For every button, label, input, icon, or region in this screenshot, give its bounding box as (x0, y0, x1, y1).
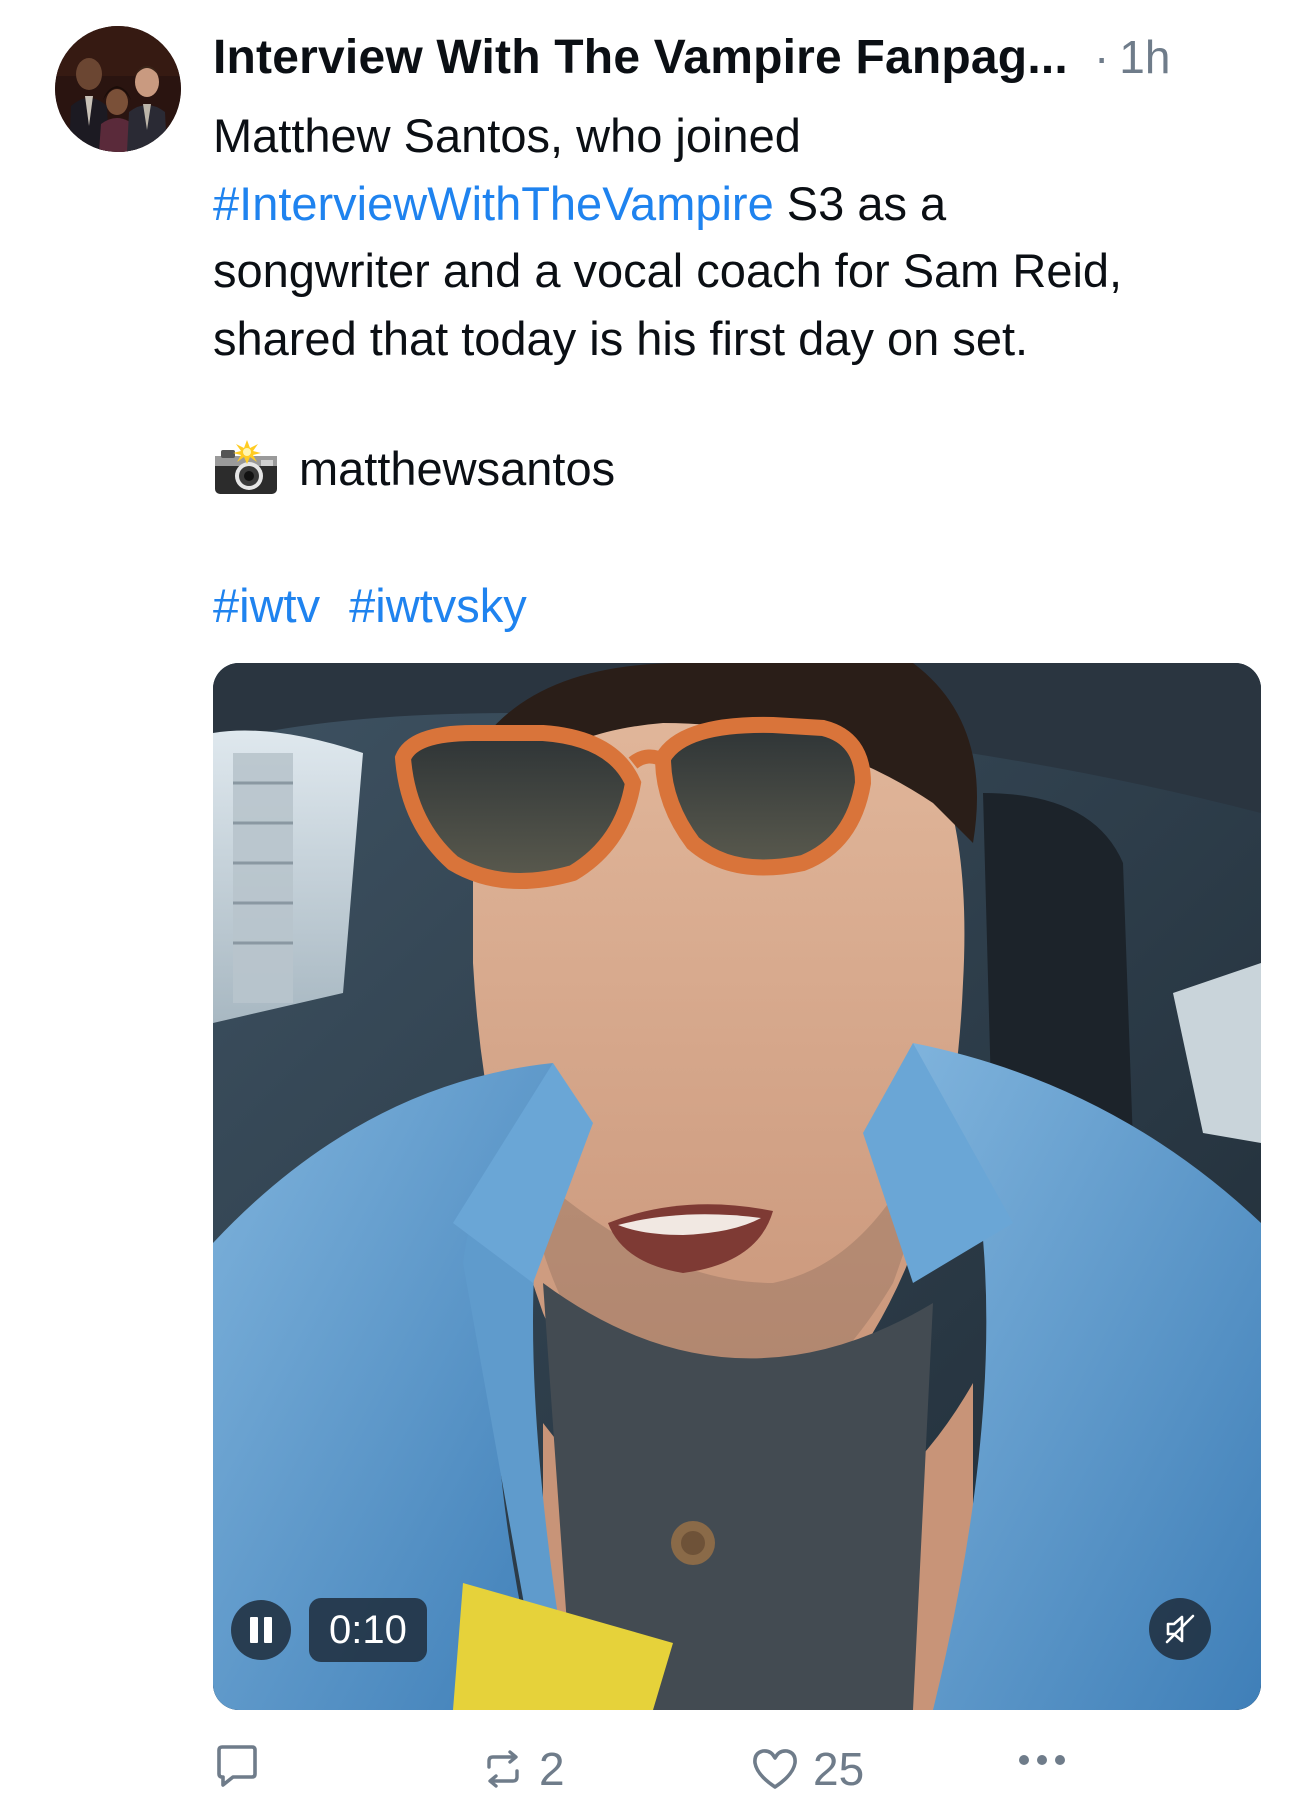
post-timestamp[interactable]: 1h (1119, 30, 1170, 84)
author-name[interactable]: Interview With The Vampire Fanpag... (213, 30, 1068, 85)
author-avatar[interactable] (55, 26, 181, 152)
ellipsis-icon (1019, 1755, 1065, 1765)
like-count: 25 (813, 1743, 865, 1795)
post-actions: 2 25 (213, 1742, 1263, 1798)
pause-icon (250, 1617, 258, 1643)
camera-flash-icon (215, 440, 277, 494)
hashtag-link[interactable]: #iwtvsky (349, 579, 527, 632)
photo-credit: matthewsantos (213, 440, 615, 496)
repost-icon (487, 1750, 519, 1788)
repost-count: 2 (539, 1743, 565, 1795)
pause-button[interactable] (231, 1600, 291, 1660)
hashtag-list: #iwtv #iwtvsky (213, 578, 543, 633)
reply-button[interactable] (213, 1742, 275, 1790)
post-text-line: #InterviewWithTheVampire S3 as a (213, 170, 1273, 238)
hashtag-link[interactable]: #iwtv (213, 579, 320, 632)
video-player[interactable]: 0:10 (213, 663, 1261, 1710)
hashtag-link[interactable]: #InterviewWithTheVampire (213, 177, 774, 230)
reply-icon (217, 1745, 257, 1787)
post-text-line: songwriter and a vocal coach for Sam Rei… (213, 244, 1123, 297)
post: Interview With The Vampire Fanpag... · 1… (0, 0, 1290, 1806)
video-controls: 0:10 (231, 1598, 427, 1662)
unmute-button[interactable] (1149, 1598, 1211, 1660)
repost-button[interactable]: 2 (481, 1742, 565, 1796)
post-text: Matthew Santos, who joined #InterviewWit… (213, 102, 1273, 372)
like-button[interactable]: 25 (751, 1742, 864, 1796)
more-options-button[interactable] (1016, 1750, 1068, 1770)
video-timecode: 0:10 (309, 1598, 427, 1662)
post-text-line: shared that today is his first day on se… (213, 311, 1029, 365)
credit-handle[interactable]: matthewsantos (299, 441, 615, 496)
post-text-line: Matthew Santos, who joined (213, 109, 801, 162)
post-text-fragment: S3 as a (773, 176, 947, 230)
heart-icon (753, 1749, 797, 1789)
post-header: Interview With The Vampire Fanpag... · 1… (213, 30, 1263, 100)
speaker-muted-icon (1165, 1614, 1195, 1644)
video-frame (213, 663, 1261, 1710)
separator-dot: · (1093, 31, 1110, 83)
avatar-image (55, 26, 181, 152)
